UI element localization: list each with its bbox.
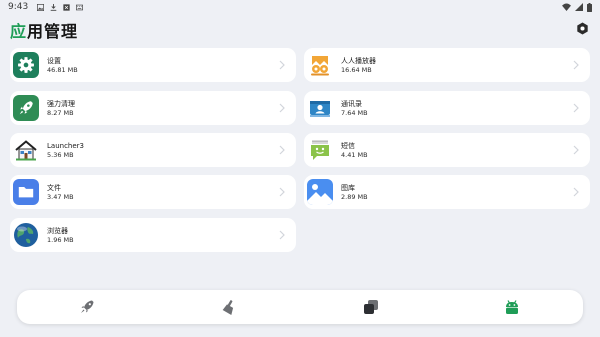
app-name: 通讯录 — [341, 99, 362, 108]
chevron-right-icon — [279, 145, 285, 155]
app-item-contacts[interactable]: 通讯录 7.64 MB — [304, 91, 590, 125]
chevron-right-icon — [279, 60, 285, 70]
app-name: 人人播放器 — [341, 56, 376, 65]
player-icon — [307, 52, 333, 78]
chevron-right-icon — [279, 103, 285, 113]
settings-button[interactable] — [575, 21, 589, 35]
app-size: 1.96 MB — [47, 235, 74, 244]
chevron-right-icon — [573, 187, 579, 197]
layers-nav-icon — [364, 300, 378, 314]
page-title-rest: 用管理 — [27, 22, 79, 41]
keyboard-icon — [76, 4, 84, 10]
rocket-nav-icon — [81, 300, 94, 313]
app-name: Launcher3 — [47, 141, 84, 150]
app-text: 设置 46.81 MB — [47, 56, 78, 75]
app-item-gallery[interactable]: 图库 2.89 MB — [304, 175, 590, 209]
app-text: Launcher3 5.36 MB — [47, 141, 84, 160]
app-text: 浏览器 1.96 MB — [47, 226, 74, 245]
broom-nav-icon — [222, 300, 234, 315]
app-text: 通讯录 7.64 MB — [341, 99, 368, 118]
chevron-right-icon — [573, 145, 579, 155]
chevron-right-icon — [573, 60, 579, 70]
app-text: 短信 4.41 MB — [341, 141, 368, 160]
nav-item-boost[interactable] — [78, 298, 96, 316]
bottom-nav — [17, 290, 583, 324]
contacts-icon — [307, 95, 333, 121]
download-icon — [50, 3, 57, 11]
app-size: 8.27 MB — [47, 108, 74, 117]
app-size: 4.41 MB — [341, 150, 368, 159]
app-text: 强力清理 8.27 MB — [47, 99, 75, 118]
notification-icon — [63, 3, 70, 11]
app-item-cleaner[interactable]: 强力清理 8.27 MB — [10, 91, 296, 125]
app-item-settings[interactable]: 设置 46.81 MB — [10, 48, 296, 82]
app-size: 16.64 MB — [341, 65, 372, 74]
app-size: 3.47 MB — [47, 192, 74, 201]
wifi-icon — [562, 3, 571, 11]
app-name: 短信 — [341, 141, 355, 150]
status-right — [562, 2, 592, 12]
status-time: 9:43 — [8, 2, 29, 12]
app-name: 图库 — [341, 183, 355, 192]
app-item-player[interactable]: 人人播放器 16.64 MB — [304, 48, 590, 82]
page-title-accent: 应 — [10, 22, 28, 41]
chevron-right-icon — [279, 230, 285, 240]
globe-browser-icon — [13, 222, 39, 248]
folder-icon — [13, 179, 39, 205]
app-item-launcher[interactable]: Launcher3 5.36 MB — [10, 133, 296, 167]
app-item-files[interactable]: 文件 3.47 MB — [10, 175, 296, 209]
settings-gear-icon — [13, 52, 39, 78]
app-size: 5.36 MB — [47, 150, 74, 159]
chevron-right-icon — [279, 187, 285, 197]
app-item-browser[interactable]: 浏览器 1.96 MB — [10, 218, 296, 252]
app-name: 设置 — [47, 56, 61, 65]
app-size: 46.81 MB — [47, 65, 78, 74]
page-title: 应用管理 — [10, 18, 78, 42]
chevron-right-icon — [573, 103, 579, 113]
app-text: 人人播放器 16.64 MB — [341, 56, 376, 75]
app-name: 强力清理 — [47, 99, 75, 108]
nav-item-clean[interactable] — [220, 298, 238, 316]
nav-item-apps[interactable] — [503, 298, 521, 316]
rocket-cleaner-icon — [13, 95, 39, 121]
gallery-icon — [307, 179, 333, 205]
app-size: 2.89 MB — [341, 192, 368, 201]
app-size: 7.64 MB — [341, 108, 368, 117]
status-left: 9:43 — [8, 2, 84, 12]
messages-icon — [307, 137, 333, 163]
status-bar: 9:43 — [0, 0, 600, 14]
app-name: 文件 — [47, 183, 61, 192]
android-nav-icon — [506, 300, 518, 314]
nav-item-tasks[interactable] — [362, 298, 380, 316]
house-launcher-icon — [13, 137, 39, 163]
battery-icon — [587, 2, 592, 12]
app-text: 文件 3.47 MB — [47, 183, 74, 202]
image-icon — [37, 3, 45, 11]
app-text: 图库 2.89 MB — [341, 183, 368, 202]
app-item-messages[interactable]: 短信 4.41 MB — [304, 133, 590, 167]
signal-icon — [575, 3, 583, 11]
settings-hexagon-icon — [576, 21, 588, 35]
app-name: 浏览器 — [47, 226, 68, 235]
